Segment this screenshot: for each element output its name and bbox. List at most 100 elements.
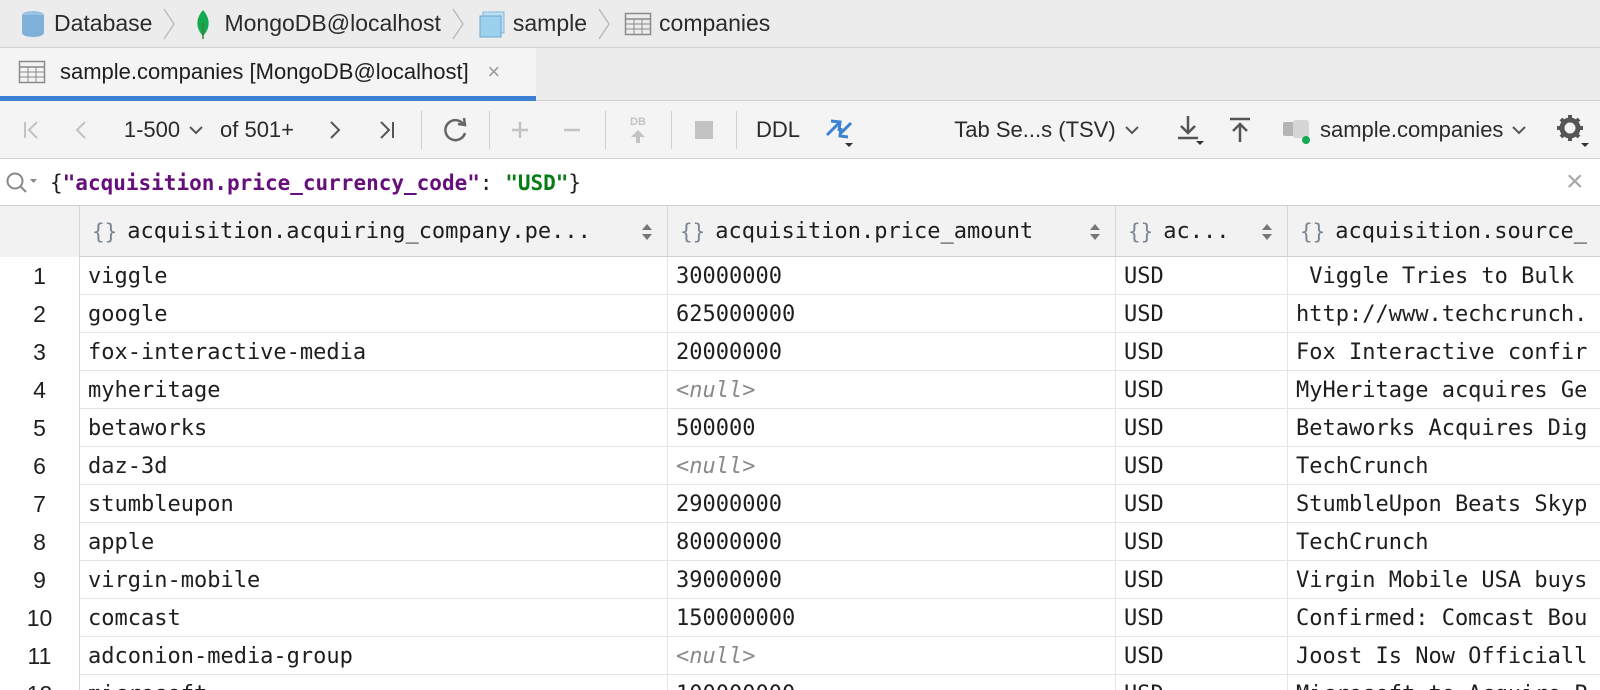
object-field-icon: {} [1300, 219, 1326, 244]
sort-icon[interactable] [1089, 222, 1101, 242]
first-page-button[interactable] [14, 101, 50, 159]
cell-price-amount[interactable]: <null> [668, 637, 1116, 675]
table-row[interactable]: 5 betaworks 500000 USD Betaworks Acquires Di… [0, 409, 1600, 447]
cell-acquiring-company[interactable]: daz-3d [80, 447, 668, 485]
submit-changes-button[interactable]: DB [618, 101, 658, 159]
cell-source-description[interactable]: StumbleUpon Beats Skyp [1288, 485, 1600, 523]
next-page-button[interactable] [316, 101, 352, 159]
upload-arrow-icon [631, 130, 645, 143]
cell-price-amount[interactable]: 30000000 [668, 257, 1116, 295]
stop-button[interactable] [684, 101, 724, 159]
cell-acquiring-company[interactable]: google [80, 295, 668, 333]
cell-source-description[interactable]: Joost Is Now Officiall [1288, 637, 1600, 675]
cell-price-amount[interactable]: 20000000 [668, 333, 1116, 371]
row-number: 6 [0, 447, 80, 485]
cell-currency-code[interactable]: USD [1116, 371, 1288, 409]
cell-price-amount[interactable]: 29000000 [668, 485, 1116, 523]
cell-source-description[interactable]: MyHeritage acquires Ge [1288, 371, 1600, 409]
cell-currency-code[interactable]: USD [1116, 637, 1288, 675]
cell-source-description[interactable]: Virgin Mobile USA buys [1288, 561, 1600, 599]
cell-source-description[interactable]: Microsoft to Acquire P [1288, 675, 1600, 690]
cell-source-description[interactable]: TechCrunch [1288, 447, 1600, 485]
cell-acquiring-company[interactable]: viggle [80, 257, 668, 295]
column-header[interactable]: {} acquisition.source_ [1288, 206, 1600, 257]
cell-currency-code[interactable]: USD [1116, 333, 1288, 371]
column-header[interactable]: {} acquisition.acquiring_company.pe... [80, 206, 668, 257]
cell-acquiring-company[interactable]: stumbleupon [80, 485, 668, 523]
breadcrumb-item-database[interactable]: Database [18, 9, 152, 39]
cell-price-amount[interactable]: <null> [668, 371, 1116, 409]
sort-icon[interactable] [1261, 222, 1273, 242]
cell-price-amount[interactable]: 100000000 [668, 675, 1116, 690]
import-button[interactable] [1220, 101, 1260, 159]
reload-button[interactable] [436, 101, 476, 159]
filter-input[interactable]: { "acquisition.price_currency_code" : "U… [50, 159, 581, 206]
search-icon[interactable] [4, 170, 40, 201]
cell-price-amount[interactable]: 500000 [668, 409, 1116, 447]
page-size-dropdown[interactable]: 1-500 [118, 101, 210, 159]
table-row[interactable]: 3 fox-interactive-media 20000000 USD Fox Int… [0, 333, 1600, 371]
table-row[interactable]: 4 myheritage <null> USD MyHeritage acquires … [0, 371, 1600, 409]
cell-source-description[interactable]: http://www.techcrunch. [1288, 295, 1600, 333]
cell-currency-code[interactable]: USD [1116, 675, 1288, 690]
cell-acquiring-company[interactable]: myheritage [80, 371, 668, 409]
cell-currency-code[interactable]: USD [1116, 485, 1288, 523]
cell-source-description[interactable]: Confirmed: Comcast Bou [1288, 599, 1600, 637]
export-format-dropdown[interactable]: Tab Se...s (TSV) [950, 101, 1144, 159]
ddl-button[interactable]: DDL [748, 101, 808, 159]
add-row-button[interactable] [502, 101, 538, 159]
cell-acquiring-company[interactable]: comcast [80, 599, 668, 637]
cell-currency-code[interactable]: USD [1116, 257, 1288, 295]
cell-acquiring-company[interactable]: virgin-mobile [80, 561, 668, 599]
table-row[interactable]: 10 comcast 150000000 USD Confirmed: Comcast … [0, 599, 1600, 637]
breadcrumb-item-connection[interactable]: MongoDB@localhost [188, 9, 441, 39]
cell-price-amount[interactable]: 80000000 [668, 523, 1116, 561]
cell-price-amount[interactable]: 150000000 [668, 599, 1116, 637]
breadcrumb-item-table[interactable]: companies [623, 9, 770, 39]
table-row[interactable]: 12microsoft100000000USDMicrosoft to Acqu… [0, 675, 1600, 690]
cell-acquiring-company[interactable]: apple [80, 523, 668, 561]
cell-acquiring-company[interactable]: microsoft [80, 675, 668, 690]
cell-source-description[interactable]: Viggle Tries to Bulk [1288, 257, 1600, 295]
column-header[interactable]: {} acquisition.price_amount [668, 206, 1116, 257]
cell-currency-code[interactable]: USD [1116, 447, 1288, 485]
table-row[interactable]: 7 stumbleupon 29000000 USD StumbleUpon Beats… [0, 485, 1600, 523]
table-row[interactable]: 6 daz-3d <null> USD TechCrunch [0, 447, 1600, 485]
cell-currency-code[interactable]: USD [1116, 523, 1288, 561]
cell-currency-code[interactable]: USD [1116, 295, 1288, 333]
cell-source-description[interactable]: Fox Interactive confir [1288, 333, 1600, 371]
cell-acquiring-company[interactable]: adconion-media-group [80, 637, 668, 675]
compare-arrows-icon [825, 119, 853, 147]
column-header[interactable]: {} ac... [1116, 206, 1288, 257]
cell-price-amount[interactable]: 625000000 [668, 295, 1116, 333]
export-button[interactable] [1170, 101, 1210, 159]
table-row[interactable]: 11 adconion-media-group <null> USD Joost Is … [0, 637, 1600, 675]
collection-selector[interactable]: sample.companies [1280, 101, 1540, 159]
cell-source-description[interactable]: TechCrunch [1288, 523, 1600, 561]
total-count[interactable]: of 501+ [220, 101, 306, 159]
last-page-button[interactable] [368, 101, 404, 159]
compare-button[interactable] [818, 101, 862, 159]
tab-sample-companies[interactable]: sample.companies [MongoDB@localhost] × [0, 48, 536, 101]
row-number: 8 [0, 523, 80, 561]
close-tab-icon[interactable]: × [483, 59, 505, 85]
table-row[interactable]: 8 apple 80000000 USD TechCrunch [0, 523, 1600, 561]
sort-icon[interactable] [641, 222, 653, 242]
cell-acquiring-company[interactable]: fox-interactive-media [80, 333, 668, 371]
table-row[interactable]: 2 google 625000000 USD http://www.techcrunch… [0, 295, 1600, 333]
cell-source-description[interactable]: Betaworks Acquires Dig [1288, 409, 1600, 447]
previous-page-button[interactable] [64, 101, 100, 159]
table-row[interactable]: 9 virgin-mobile 39000000 USD Virgin Mobile U… [0, 561, 1600, 599]
cell-currency-code[interactable]: USD [1116, 409, 1288, 447]
delete-row-button[interactable] [554, 101, 590, 159]
cell-acquiring-company[interactable]: betaworks [80, 409, 668, 447]
cell-price-amount[interactable]: 39000000 [668, 561, 1116, 599]
settings-button[interactable] [1552, 101, 1592, 159]
cell-currency-code[interactable]: USD [1116, 561, 1288, 599]
clear-filter-icon[interactable]: × [1566, 165, 1584, 199]
row-number: 2 [0, 295, 80, 333]
breadcrumb-item-schema[interactable]: sample [477, 9, 587, 39]
cell-price-amount[interactable]: <null> [668, 447, 1116, 485]
cell-currency-code[interactable]: USD [1116, 599, 1288, 637]
table-row[interactable]: 1 viggle 30000000 USD Viggle Tries to Bulk [0, 257, 1600, 295]
